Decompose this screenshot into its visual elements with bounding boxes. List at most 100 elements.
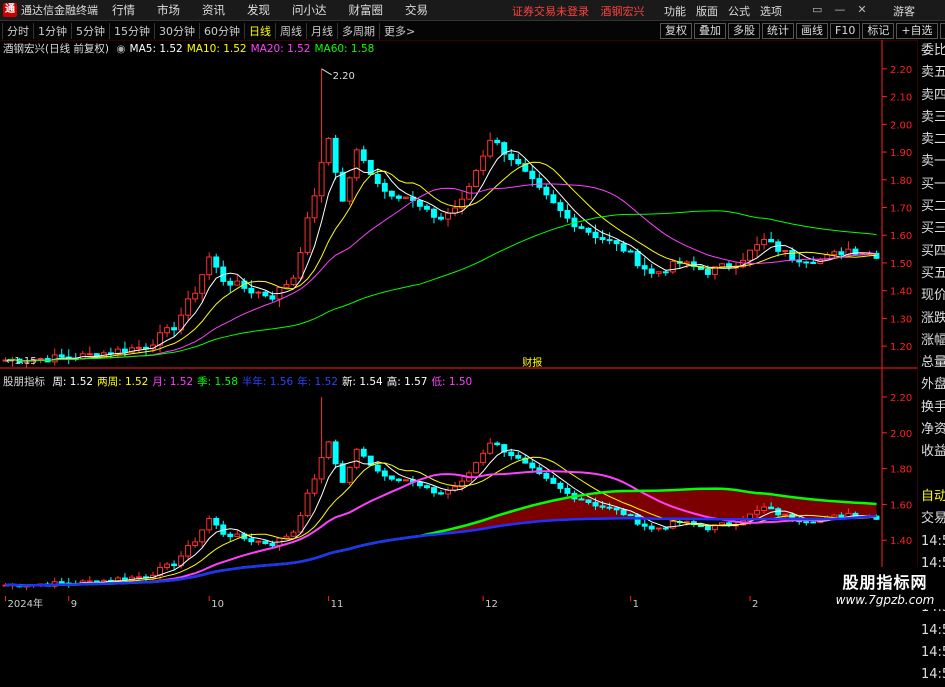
menu-item-2[interactable]: 资讯 — [202, 2, 225, 18]
tab-period-2[interactable]: 5分钟 — [71, 23, 109, 39]
main-candle[interactable] — [704, 268, 711, 275]
sub-candle[interactable] — [121, 577, 128, 581]
sub-candle[interactable] — [613, 507, 620, 511]
sidebar-item-16[interactable]: 换手 — [918, 397, 945, 419]
sidebar-item-22[interactable]: 14:56 — [918, 531, 945, 553]
sub-candle[interactable] — [438, 492, 444, 495]
menu-item-0[interactable]: 行情 — [112, 2, 135, 18]
sub-candle[interactable] — [768, 506, 775, 510]
sub-candle[interactable] — [761, 506, 768, 512]
sidebar-item-7[interactable]: 买二 — [918, 196, 945, 218]
sub-candle[interactable] — [388, 475, 395, 480]
sidebar-item-26[interactable]: 14:56 — [918, 620, 945, 642]
main-candle[interactable] — [339, 171, 346, 202]
main-candle[interactable] — [536, 178, 543, 188]
main-candle[interactable] — [438, 216, 444, 220]
sidebar-item-27[interactable]: 14:56 — [918, 642, 945, 664]
sub-candle[interactable] — [136, 576, 142, 579]
sidebar-item-19[interactable] — [918, 464, 945, 486]
sub-candle[interactable] — [311, 478, 318, 494]
sub-candle[interactable] — [494, 442, 501, 446]
sub-candle[interactable] — [325, 441, 332, 459]
main-candle[interactable] — [754, 244, 761, 251]
sub-candle[interactable] — [395, 478, 402, 482]
sub-candle[interactable] — [627, 514, 634, 517]
sub-candle[interactable] — [838, 514, 845, 518]
tool-button-3[interactable]: 统计 — [762, 23, 794, 39]
main-candle[interactable] — [164, 327, 171, 334]
sub-candle[interactable] — [648, 525, 655, 530]
tab-period-4[interactable]: 30分钟 — [154, 23, 199, 39]
sub-candle[interactable] — [402, 479, 409, 482]
main-candle[interactable] — [255, 291, 262, 294]
sub-candle[interactable] — [431, 487, 437, 494]
tab-period-0[interactable]: 分时 — [2, 23, 33, 39]
sub-candle[interactable] — [557, 482, 564, 489]
sub-candle[interactable] — [473, 462, 480, 474]
kline-chart[interactable]: 2.20 2.10 2.00 1.90 1.80 1.70 1.60 1.50 1.40 1.30… — [0, 40, 917, 596]
main-candle[interactable] — [564, 209, 571, 219]
right-menu-item-0[interactable]: 功能 — [664, 3, 686, 19]
tool-button-7[interactable]: +自选 — [896, 23, 938, 39]
sub-candle[interactable] — [283, 535, 290, 539]
sub-candle[interactable] — [704, 526, 711, 531]
sub-candle[interactable] — [234, 533, 241, 538]
tab-period-9[interactable]: 多周期 — [337, 23, 379, 39]
main-candle[interactable] — [768, 238, 775, 243]
main-candle[interactable] — [775, 241, 782, 252]
sub-candle[interactable] — [374, 464, 381, 472]
menu-item-3[interactable]: 发现 — [247, 2, 270, 18]
main-candle[interactable] — [206, 256, 213, 276]
sidebar-item-21[interactable]: 交易 — [918, 508, 945, 530]
main-candle[interactable] — [683, 261, 690, 264]
sub-candle[interactable] — [297, 515, 304, 533]
tab-period-6[interactable]: 日线 — [244, 23, 275, 39]
sub-candle[interactable] — [213, 517, 220, 526]
tab-period-7[interactable]: 周线 — [275, 23, 306, 39]
main-candle[interactable] — [58, 354, 65, 358]
main-candle[interactable] — [199, 274, 206, 294]
main-candle[interactable] — [515, 159, 522, 165]
main-candle[interactable] — [416, 199, 423, 207]
sub-candle[interactable] — [543, 472, 550, 479]
sub-candle[interactable] — [550, 477, 557, 484]
sub-candle[interactable] — [423, 485, 430, 489]
login-status[interactable]: 证券交易未登录 — [512, 5, 589, 18]
menu-item-5[interactable]: 财富圈 — [349, 2, 384, 18]
sidebar-item-6[interactable]: 买一 — [918, 174, 945, 196]
main-candle[interactable] — [353, 149, 360, 179]
tab-period-3[interactable]: 15分钟 — [109, 23, 154, 39]
main-candle[interactable] — [402, 196, 409, 199]
main-candle[interactable] — [473, 170, 480, 187]
main-candle[interactable] — [747, 249, 754, 261]
main-candle[interactable] — [332, 137, 339, 173]
sub-candle[interactable] — [353, 448, 360, 468]
main-candle[interactable] — [374, 173, 381, 184]
sub-candle[interactable] — [262, 540, 269, 545]
main-candle[interactable] — [325, 137, 332, 164]
main-candle[interactable] — [304, 217, 311, 254]
sidebar-item-28[interactable]: 14:56 — [918, 664, 945, 686]
right-menu-item-1[interactable]: 版面 — [696, 3, 718, 19]
main-candle[interactable] — [480, 155, 487, 172]
main-candle[interactable] — [557, 202, 564, 211]
sub-candle[interactable] — [318, 457, 325, 480]
main-candle[interactable] — [627, 250, 634, 253]
main-candle[interactable] — [269, 295, 276, 300]
main-candle[interactable] — [796, 259, 803, 263]
sub-candle[interactable] — [592, 501, 599, 507]
sub-candle[interactable] — [480, 452, 487, 464]
main-candle[interactable] — [234, 280, 241, 286]
main-candle[interactable] — [86, 353, 93, 356]
sub-candle[interactable] — [416, 481, 423, 487]
main-candle[interactable] — [213, 256, 220, 268]
main-candle[interactable] — [388, 190, 395, 197]
main-candle[interactable] — [810, 261, 817, 264]
sidebar-item-13[interactable]: 涨幅 — [918, 330, 945, 352]
sub-candle[interactable] — [206, 517, 213, 531]
sidebar-item-12[interactable]: 涨跌 — [918, 308, 945, 330]
sub-candle[interactable] — [445, 489, 451, 495]
sub-candle[interactable] — [599, 505, 606, 508]
main-candle[interactable] — [655, 271, 662, 274]
main-candle[interactable] — [37, 358, 44, 361]
